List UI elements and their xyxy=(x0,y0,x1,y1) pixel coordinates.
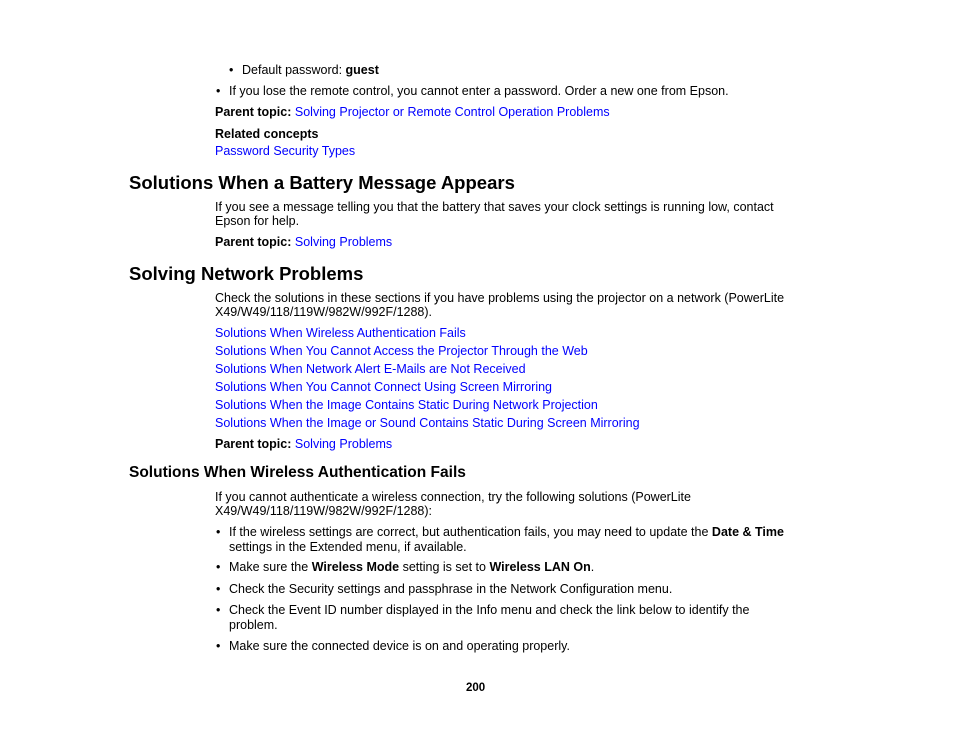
battery-parent-topic: Parent topic: Solving Problems xyxy=(215,235,392,249)
network-link-wireless-auth[interactable]: Solutions When Wireless Authentication F… xyxy=(215,326,466,340)
date-time-term: Date & Time xyxy=(711,525,784,539)
bullet-glyph: • xyxy=(229,63,234,77)
wireless-mode-term: Wireless Mode xyxy=(311,560,400,574)
bullet-text: Make sure the xyxy=(229,560,312,574)
bullet-glyph: • xyxy=(216,525,221,539)
network-link-alert-emails[interactable]: Solutions When Network Alert E-Mails are… xyxy=(215,362,526,376)
parent-topic: Parent topic: Solving Projector or Remot… xyxy=(215,105,610,119)
network-heading: Solving Network Problems xyxy=(129,263,364,284)
wireless-bullet-1: If the wireless settings are correct, bu… xyxy=(229,525,784,539)
parent-topic-link[interactable]: Solving Problems xyxy=(295,437,392,451)
wireless-bullet-4-line2: problem. xyxy=(229,618,278,632)
bullet-glyph: • xyxy=(216,603,221,617)
bullet-text: . xyxy=(590,560,595,574)
default-password-label: Default password: xyxy=(242,63,346,77)
network-link-static-network[interactable]: Solutions When the Image Contains Static… xyxy=(215,398,598,412)
bullet-glyph: • xyxy=(216,84,221,98)
wireless-bullet-1-cont: settings in the Extended menu, if availa… xyxy=(229,540,467,554)
bullet-glyph: • xyxy=(216,582,221,596)
parent-topic-label: Parent topic: xyxy=(215,235,292,249)
parent-topic-link[interactable]: Solving Problems xyxy=(295,235,392,249)
network-link-screen-mirroring[interactable]: Solutions When You Cannot Connect Using … xyxy=(215,380,552,394)
wireless-bullet-2: Make sure the Wireless Mode setting is s… xyxy=(229,560,594,574)
password-security-types-link[interactable]: Password Security Types xyxy=(215,144,355,158)
network-body-line1: Check the solutions in these sections if… xyxy=(215,291,785,305)
wireless-body-line2: X49/W49/118/119W/982W/992F/1288): xyxy=(215,504,433,518)
parent-topic-label: Parent topic: xyxy=(215,105,292,119)
bullet-glyph: • xyxy=(216,639,221,653)
default-password-item: Default password: guest xyxy=(242,63,379,77)
wireless-lan-on-term: Wireless LAN On xyxy=(489,560,591,574)
network-parent-topic: Parent topic: Solving Problems xyxy=(215,437,392,451)
battery-body-line1: If you see a message telling you that th… xyxy=(215,200,774,214)
lost-remote-text: If you lose the remote control, you cann… xyxy=(229,84,729,98)
bullet-glyph: • xyxy=(216,560,221,574)
wireless-bullet-3: Check the Security settings and passphra… xyxy=(229,582,673,596)
bullet-text: If the wireless settings are correct, bu… xyxy=(229,525,712,539)
network-link-static-mirroring[interactable]: Solutions When the Image or Sound Contai… xyxy=(215,416,640,430)
battery-body-line2: Epson for help. xyxy=(215,214,300,228)
page-number: 200 xyxy=(466,682,486,694)
network-body-line2: X49/W49/118/119W/982W/992F/1288). xyxy=(215,305,433,319)
wireless-bullet-5: Make sure the connected device is on and… xyxy=(229,639,570,653)
default-password-value: guest xyxy=(345,63,379,77)
parent-topic-link[interactable]: Solving Projector or Remote Control Oper… xyxy=(295,105,610,119)
wireless-body-line1: If you cannot authenticate a wireless co… xyxy=(215,490,691,504)
wireless-heading: Solutions When Wireless Authentication F… xyxy=(129,464,466,481)
parent-topic-label: Parent topic: xyxy=(215,437,292,451)
network-link-web-access[interactable]: Solutions When You Cannot Access the Pro… xyxy=(215,344,588,358)
wireless-bullet-4-line1: Check the Event ID number displayed in t… xyxy=(229,603,750,617)
related-concepts-label: Related concepts xyxy=(215,127,319,141)
battery-heading: Solutions When a Battery Message Appears xyxy=(129,172,515,193)
bullet-text: setting is set to xyxy=(399,560,490,574)
